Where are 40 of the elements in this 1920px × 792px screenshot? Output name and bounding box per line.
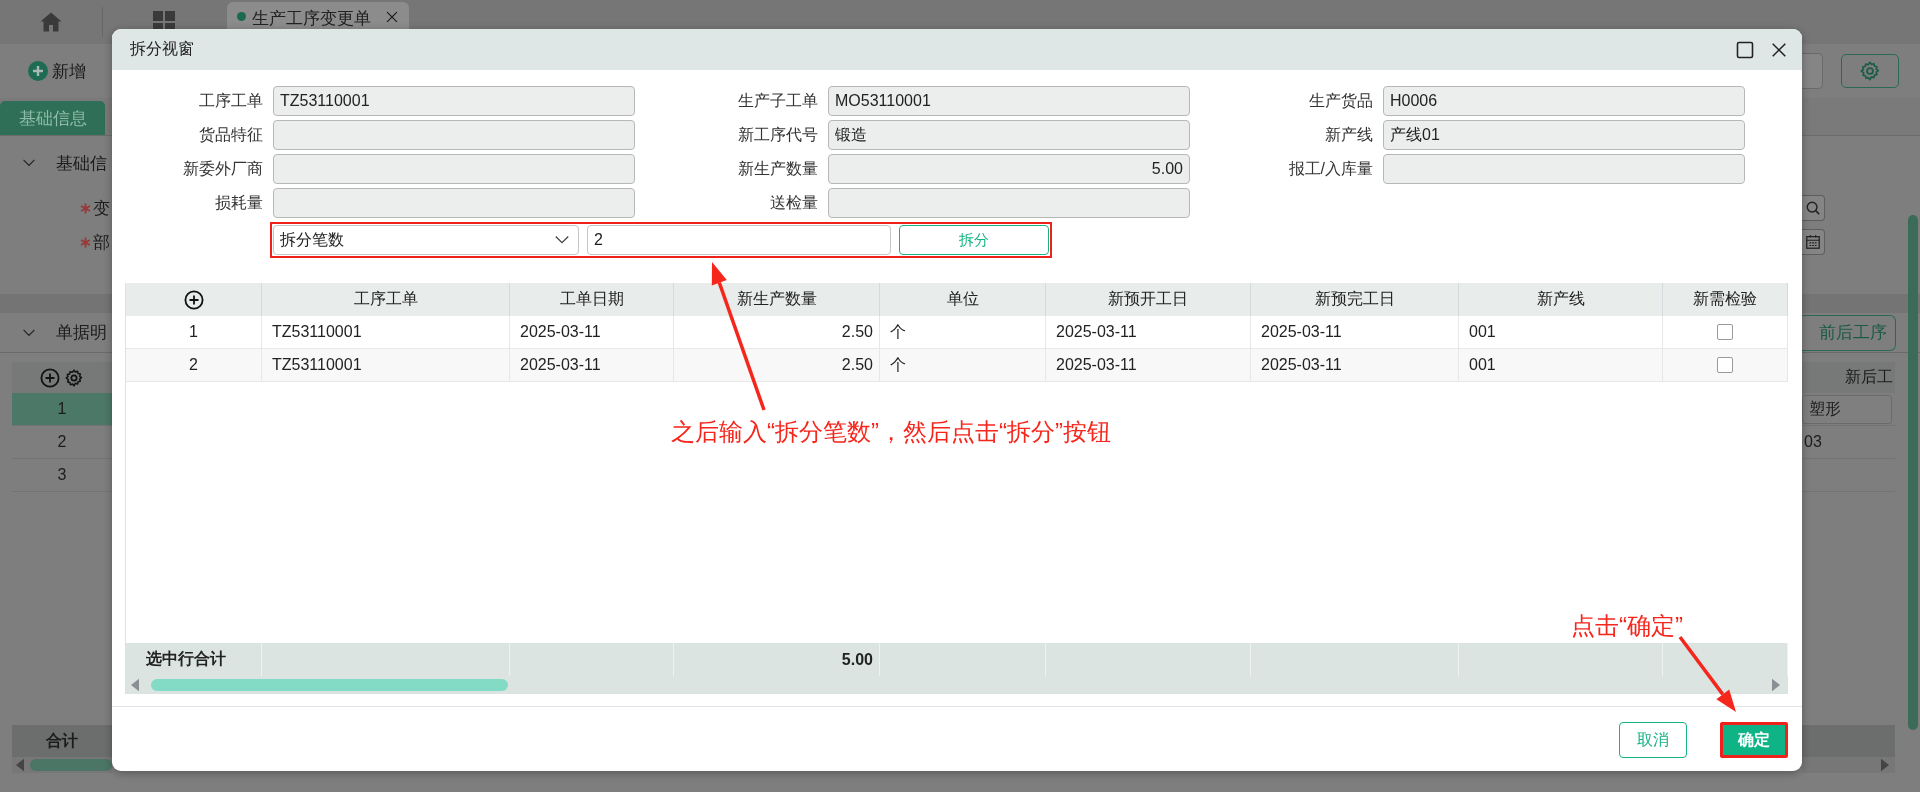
- column-header: 新后工: [1802, 362, 1895, 393]
- table-cell-text: 03: [1803, 433, 1822, 451]
- field-label: 送检量: [769, 193, 819, 213]
- tab-label: 生产工序变更单: [252, 8, 372, 30]
- footer-label: 合计: [12, 725, 112, 757]
- annotation-text: 点击“确定”: [1571, 611, 1683, 641]
- add-label: 新增: [52, 60, 86, 83]
- table-cell: TZ53110001: [262, 316, 510, 348]
- table-cell: TZ53110001: [262, 349, 510, 381]
- field-label: 损耗量: [214, 193, 264, 213]
- table-cell: 个: [880, 349, 1046, 381]
- table-cell: 2.50: [674, 316, 880, 348]
- field-label: 部: [93, 231, 110, 254]
- row-number: 2: [126, 349, 262, 381]
- table-cell: 2025-03-11: [1251, 349, 1459, 381]
- field-label: 变: [93, 197, 110, 220]
- table-cell: 个: [880, 316, 1046, 348]
- field-label: 工序工单: [198, 91, 264, 111]
- table-cell: 001: [1459, 316, 1663, 348]
- table-cell: 2.50: [674, 349, 880, 381]
- section-title: 单据明: [56, 322, 107, 344]
- table-cell: 001: [1459, 349, 1663, 381]
- window-title: 拆分视窗: [130, 39, 195, 59]
- row-number: 1: [12, 393, 112, 426]
- field-label: 新产线: [1324, 125, 1374, 145]
- field-label: 新工序代号: [737, 125, 819, 145]
- field-label: 新委外厂商: [182, 159, 264, 179]
- field-label: 报工/入库量: [1287, 159, 1374, 179]
- table-cell: 2025-03-11: [1046, 316, 1251, 348]
- field-label: 货品特征: [198, 125, 264, 145]
- annotation-text: 之后输入“拆分笔数”，然后点击“拆分”按钮: [671, 417, 1111, 447]
- field-label: 生产货品: [1308, 91, 1374, 111]
- row-number: 1: [126, 316, 262, 348]
- table-cell: 2025-03-11: [510, 349, 674, 381]
- field-label: 生产子工单: [737, 91, 819, 111]
- table-cell: 2025-03-11: [1251, 316, 1459, 348]
- section-title: 基础信: [56, 152, 107, 175]
- table-cell: 2025-03-11: [1046, 349, 1251, 381]
- table-cell: 2025-03-11: [510, 316, 674, 348]
- field-label: 新生产数量: [737, 159, 819, 179]
